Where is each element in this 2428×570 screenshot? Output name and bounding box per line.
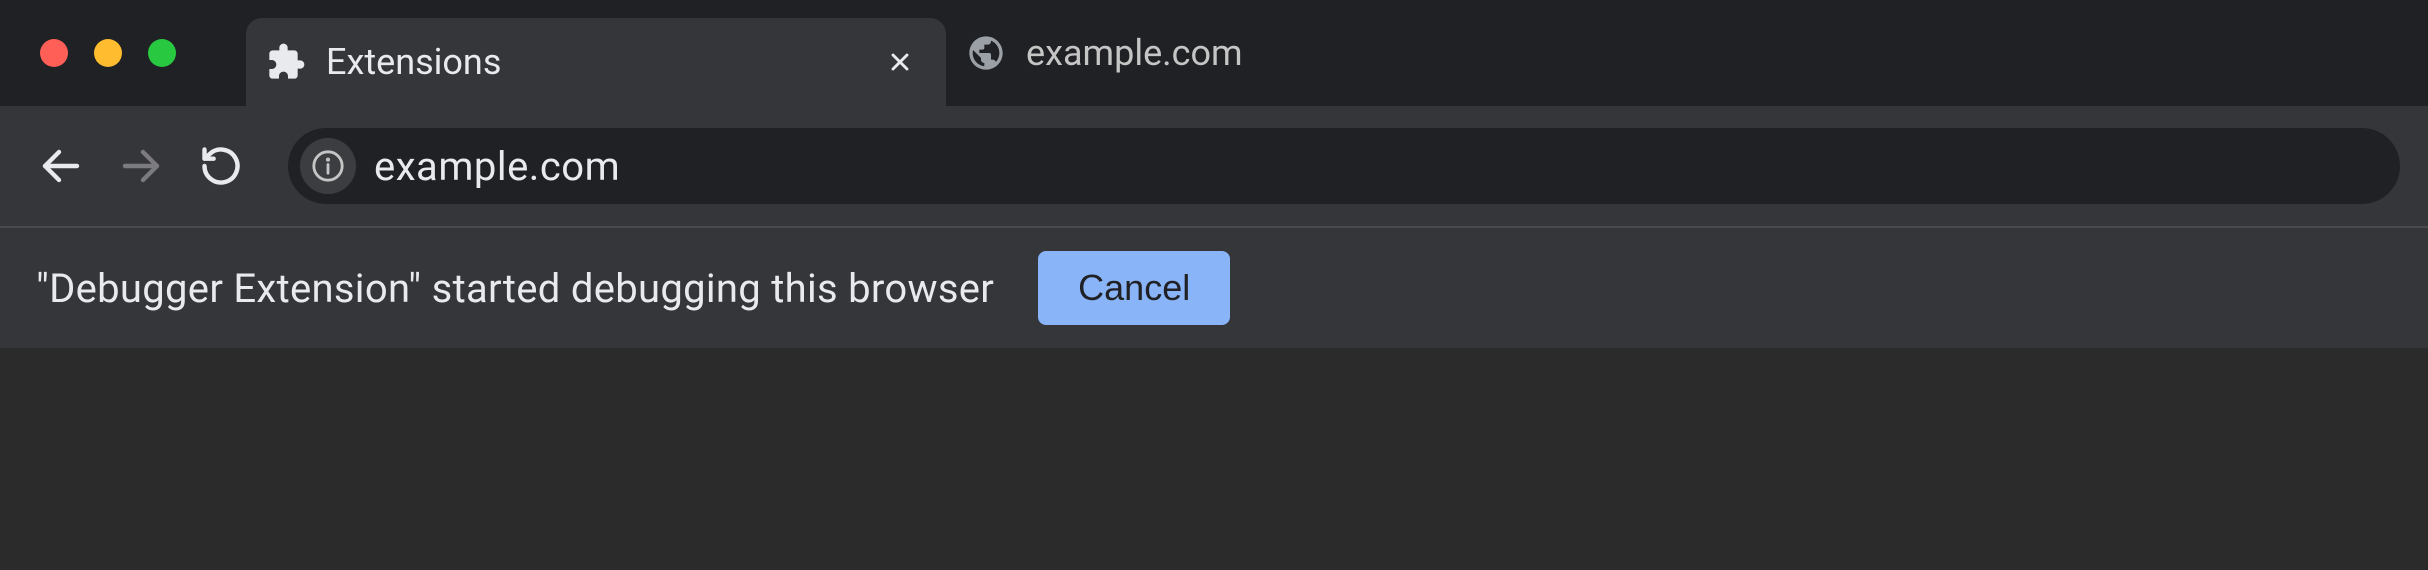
close-window-button[interactable]	[40, 39, 68, 67]
close-tab-button[interactable]	[884, 46, 916, 78]
site-info-button[interactable]	[300, 138, 356, 194]
reload-button[interactable]	[188, 133, 254, 199]
maximize-window-button[interactable]	[148, 39, 176, 67]
infobar-message: "Debugger Extension" started debugging t…	[36, 265, 994, 312]
globe-icon	[966, 33, 1006, 73]
back-button[interactable]	[28, 133, 94, 199]
forward-button[interactable]	[108, 133, 174, 199]
tab-title: example.com	[1026, 32, 1243, 74]
url-text: example.com	[374, 143, 620, 190]
address-bar[interactable]: example.com	[288, 128, 2400, 204]
tab-extensions[interactable]: Extensions	[246, 18, 946, 106]
minimize-window-button[interactable]	[94, 39, 122, 67]
tab-example[interactable]: example.com	[946, 15, 1273, 91]
extension-icon	[266, 42, 306, 82]
content-area	[0, 348, 2428, 570]
window-controls	[40, 39, 176, 67]
debugger-infobar: "Debugger Extension" started debugging t…	[0, 228, 2428, 348]
tab-title: Extensions	[326, 41, 501, 83]
toolbar: example.com	[0, 106, 2428, 228]
tab-strip: Extensions example.com	[0, 0, 2428, 106]
cancel-button[interactable]: Cancel	[1038, 251, 1230, 325]
